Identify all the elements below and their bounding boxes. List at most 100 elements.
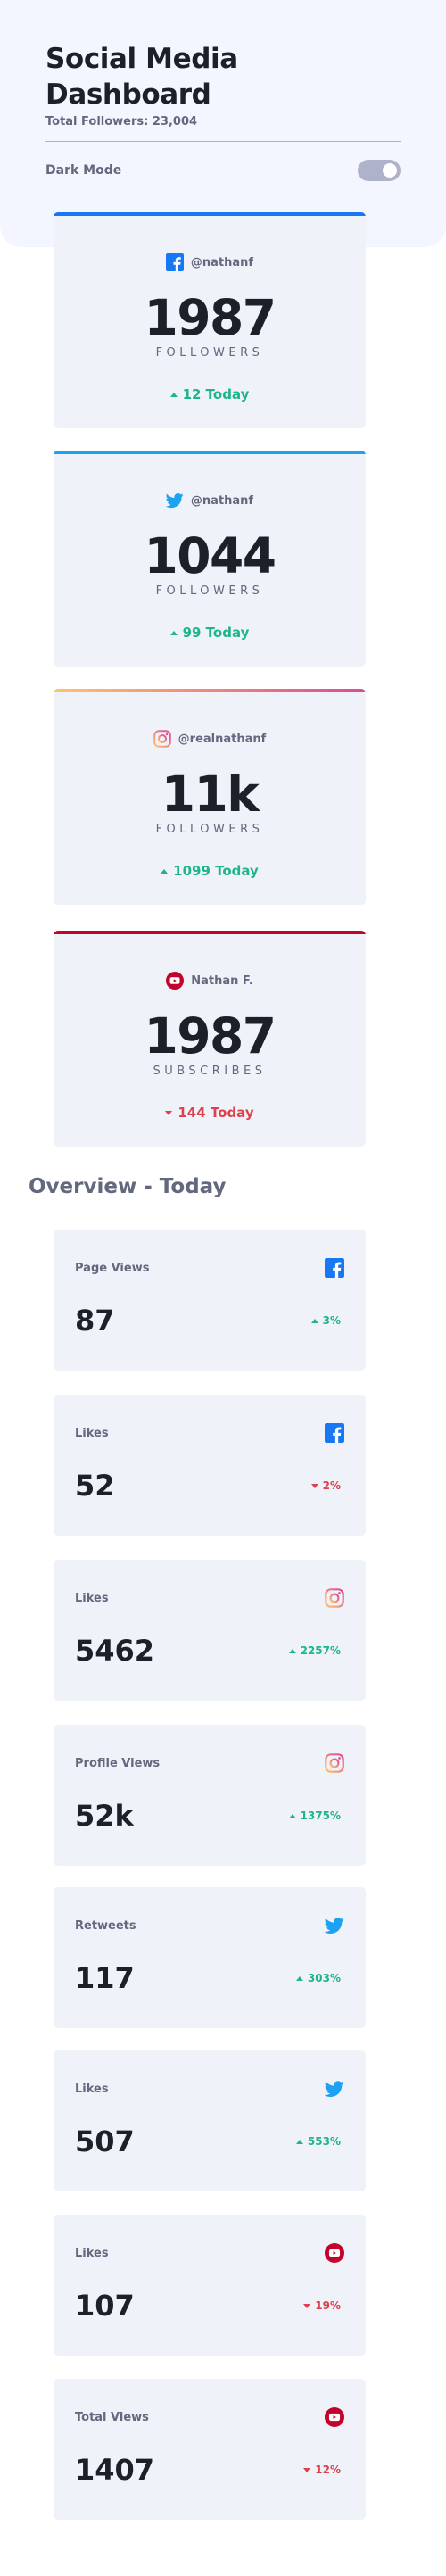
today-change: 12 Today bbox=[54, 386, 366, 402]
overview-pct: 3% bbox=[322, 1314, 341, 1327]
today-label: 12 Today bbox=[182, 386, 250, 402]
follower-card-twitter[interactable]: @nathanf 1044 FOLLOWERS 99 Today bbox=[54, 451, 366, 667]
overview-card[interactable]: Likes 52 2% bbox=[54, 1395, 366, 1536]
dark-mode-row: Dark Mode bbox=[45, 160, 401, 181]
arrow-up-icon bbox=[295, 2139, 303, 2144]
follower-unit: FOLLOWERS bbox=[155, 823, 264, 836]
follower-unit: FOLLOWERS bbox=[155, 584, 264, 598]
handle-row: Nathan F. bbox=[54, 972, 366, 990]
dark-mode-toggle[interactable] bbox=[358, 160, 401, 181]
overview-card[interactable]: Page Views 87 3% bbox=[54, 1230, 366, 1371]
overview-label: Total Views bbox=[75, 2411, 149, 2424]
overview-value: 1407 bbox=[75, 2453, 155, 2487]
arrow-up-icon bbox=[310, 1318, 318, 1323]
overview-change: 553% bbox=[295, 2135, 341, 2148]
overview-pct: 2257% bbox=[300, 1644, 341, 1657]
card-top-bar bbox=[54, 689, 366, 692]
arrow-up-icon bbox=[169, 630, 178, 635]
overview-value: 52k bbox=[75, 1799, 134, 1833]
overview-value: 5462 bbox=[75, 1634, 155, 1668]
overview-change: 2257% bbox=[288, 1644, 341, 1657]
overview-card[interactable]: Retweets 117 303% bbox=[54, 1887, 366, 2028]
handle: Nathan F. bbox=[191, 973, 253, 988]
overview-value: 87 bbox=[75, 1304, 115, 1338]
arrow-down-icon bbox=[310, 1483, 318, 1488]
handle: @nathanf bbox=[190, 493, 254, 508]
overview-label: Likes bbox=[75, 1592, 109, 1605]
overview-value: 507 bbox=[75, 2125, 135, 2158]
overview-label: Page Views bbox=[75, 1262, 150, 1275]
today-change: 99 Today bbox=[54, 625, 366, 641]
overview-title: Overview - Today bbox=[29, 1175, 227, 1198]
handle-row: @nathanf bbox=[54, 253, 366, 271]
follower-card-facebook[interactable]: @nathanf 1987 FOLLOWERS 12 Today bbox=[54, 212, 366, 428]
overview-value: 52 bbox=[75, 1469, 115, 1503]
overview-card[interactable]: Likes 107 19% bbox=[54, 2215, 366, 2356]
overview-pct: 12% bbox=[315, 2464, 341, 2476]
overview-change: 3% bbox=[310, 1314, 341, 1327]
instagram-icon bbox=[325, 1753, 344, 1773]
follower-count: 11k bbox=[161, 766, 260, 823]
arrow-up-icon bbox=[295, 1975, 303, 1981]
arrow-up-icon bbox=[161, 868, 169, 874]
overview-change: 1375% bbox=[288, 1810, 341, 1822]
follower-card-instagram[interactable]: @realnathanf 11k FOLLOWERS 1099 Today bbox=[54, 689, 366, 905]
follower-unit: FOLLOWERS bbox=[155, 346, 264, 360]
follower-count: 1044 bbox=[144, 527, 277, 584]
page-title: Social Media Dashboard bbox=[45, 43, 238, 111]
today-change: 1099 Today bbox=[54, 863, 366, 879]
overview-change: 12% bbox=[303, 2464, 341, 2476]
arrow-up-icon bbox=[169, 392, 178, 397]
handle: @realnathanf bbox=[178, 732, 267, 746]
instagram-icon bbox=[153, 730, 171, 748]
subscriber-count: 1987 bbox=[144, 1007, 277, 1064]
overview-card[interactable]: Total Views 1407 12% bbox=[54, 2379, 366, 2520]
today-label: 99 Today bbox=[182, 625, 250, 641]
toggle-knob[interactable] bbox=[383, 163, 397, 178]
arrow-up-icon bbox=[288, 1648, 296, 1653]
youtube-icon bbox=[325, 2243, 344, 2263]
arrow-down-icon bbox=[165, 1110, 173, 1115]
arrow-down-icon bbox=[303, 2303, 311, 2308]
overview-pct: 19% bbox=[315, 2299, 341, 2312]
total-followers: Total Followers: 23,004 bbox=[45, 115, 198, 128]
today-label: 144 Today bbox=[178, 1105, 254, 1121]
overview-change: 19% bbox=[303, 2299, 341, 2312]
facebook-icon bbox=[165, 253, 184, 271]
overview-card[interactable]: Profile Views 52k 1375% bbox=[54, 1725, 366, 1866]
dark-mode-label: Dark Mode bbox=[45, 163, 122, 178]
overview-pct: 1375% bbox=[300, 1810, 341, 1822]
overview-card[interactable]: Likes 5462 2257% bbox=[54, 1560, 366, 1701]
youtube-icon bbox=[325, 2407, 344, 2427]
handle-row: @nathanf bbox=[54, 492, 366, 509]
overview-change: 303% bbox=[295, 1972, 341, 1984]
youtube-icon bbox=[166, 972, 185, 990]
card-top-bar bbox=[54, 212, 366, 216]
follower-count: 1987 bbox=[144, 289, 277, 346]
overview-label: Retweets bbox=[75, 1919, 136, 1933]
facebook-icon bbox=[325, 1423, 344, 1443]
overview-value: 117 bbox=[75, 1961, 135, 1995]
overview-label: Likes bbox=[75, 2083, 109, 2096]
overview-pct: 303% bbox=[307, 1972, 341, 1984]
follower-card-youtube[interactable]: Nathan F. 1987 SUBSCRIBES 144 Today bbox=[54, 931, 366, 1147]
twitter-icon bbox=[325, 2081, 344, 2097]
arrow-down-icon bbox=[303, 2467, 311, 2472]
facebook-icon bbox=[325, 1258, 344, 1278]
overview-label: Likes bbox=[75, 2247, 109, 2260]
today-label: 1099 Today bbox=[173, 863, 259, 879]
twitter-icon bbox=[325, 1918, 344, 1934]
overview-pct: 2% bbox=[322, 1479, 341, 1492]
arrow-up-icon bbox=[288, 1813, 296, 1818]
overview-pct: 553% bbox=[307, 2135, 341, 2148]
overview-card[interactable]: Likes 507 553% bbox=[54, 2050, 366, 2191]
dashboard-header: Social Media Dashboard Total Followers: … bbox=[45, 41, 401, 181]
handle-row: @realnathanf bbox=[54, 730, 366, 748]
card-top-bar bbox=[54, 931, 366, 934]
overview-value: 107 bbox=[75, 2289, 135, 2323]
instagram-icon bbox=[325, 1588, 344, 1608]
subscriber-unit: SUBSCRIBES bbox=[153, 1064, 267, 1078]
overview-label: Profile Views bbox=[75, 1757, 161, 1770]
twitter-icon bbox=[165, 493, 184, 509]
today-change: 144 Today bbox=[54, 1105, 366, 1121]
